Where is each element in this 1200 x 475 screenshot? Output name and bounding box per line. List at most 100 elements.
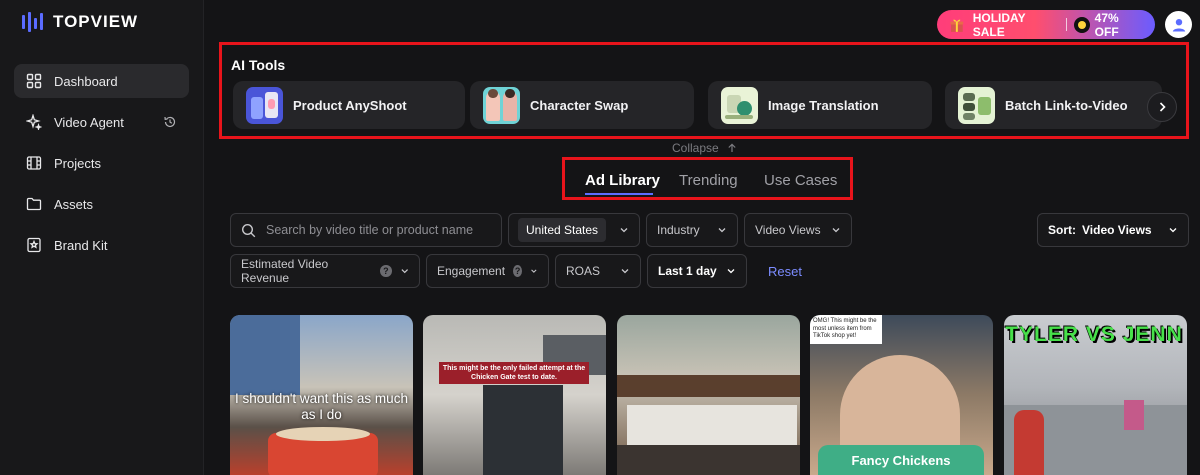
latte-foam bbox=[276, 427, 370, 441]
help-icon[interactable]: ? bbox=[380, 265, 392, 277]
video-background bbox=[617, 445, 800, 475]
batch-link-to-video-thumbnail bbox=[958, 86, 995, 124]
video-views-select[interactable]: Video Views bbox=[744, 213, 852, 247]
chevron-down-icon bbox=[531, 269, 537, 273]
chevron-down-icon bbox=[1169, 228, 1177, 233]
chevron-down-icon bbox=[718, 228, 726, 233]
chevron-down-icon bbox=[832, 228, 840, 233]
logo-mark-icon bbox=[22, 12, 43, 32]
industry-label: Industry bbox=[657, 223, 700, 237]
country-value: United States bbox=[518, 218, 607, 242]
film-icon bbox=[26, 155, 42, 171]
sidebar-item-label: Dashboard bbox=[54, 73, 118, 89]
chevron-down-icon bbox=[727, 269, 735, 274]
brand-logo[interactable]: TOPVIEW bbox=[22, 12, 138, 32]
video-card[interactable]: OMG! This might be the most unless item … bbox=[810, 315, 993, 475]
search-input[interactable]: Search by video title or product name bbox=[230, 213, 502, 247]
character-swap-thumbnail bbox=[483, 86, 520, 124]
ai-tools-panel: AI Tools Product AnyShoot Character Swap… bbox=[219, 42, 1189, 139]
collapse-toggle[interactable]: Collapse bbox=[672, 141, 737, 155]
bookmark-icon bbox=[26, 237, 42, 253]
history-icon[interactable] bbox=[163, 115, 177, 129]
engagement-label: Engagement bbox=[437, 264, 506, 278]
divider bbox=[1065, 18, 1067, 31]
sidebar: TOPVIEW Dashboard Video Agent Projects A… bbox=[0, 0, 204, 475]
video-views-label: Video Views bbox=[755, 223, 821, 237]
video-background bbox=[483, 385, 563, 475]
discount-label: 47% OFF bbox=[1094, 10, 1119, 39]
tool-label: Product AnyShoot bbox=[293, 97, 407, 113]
sidebar-item-video-agent[interactable]: Video Agent bbox=[14, 105, 189, 139]
tool-image-translation[interactable]: Image Translation bbox=[708, 81, 932, 129]
industry-select[interactable]: Industry bbox=[646, 213, 738, 247]
video-card[interactable]: This might be the only failed attempt at… bbox=[423, 315, 606, 475]
image-translation-thumbnail bbox=[721, 86, 758, 124]
roas-select[interactable]: ROAS bbox=[555, 254, 641, 288]
tool-character-swap[interactable]: Character Swap bbox=[470, 81, 694, 129]
tools-next-button[interactable] bbox=[1147, 92, 1177, 122]
revenue-label: Estimated Video Revenue bbox=[241, 257, 329, 285]
tool-product-anyshoot[interactable]: Product AnyShoot bbox=[233, 81, 465, 129]
reset-button[interactable]: Reset bbox=[768, 264, 802, 279]
tab-trending[interactable]: Trending bbox=[679, 172, 738, 189]
tab-use-cases[interactable]: Use Cases bbox=[764, 172, 837, 189]
arrow-up-icon bbox=[728, 143, 736, 152]
sidebar-item-projects[interactable]: Projects bbox=[14, 146, 189, 180]
revenue-select[interactable]: Estimated Video Revenue ? bbox=[230, 254, 420, 288]
search-icon bbox=[241, 223, 256, 237]
chevron-right-icon bbox=[1159, 102, 1166, 112]
sidebar-item-label: Brand Kit bbox=[54, 237, 108, 253]
video-background bbox=[627, 405, 797, 445]
brand-name: TOPVIEW bbox=[53, 12, 139, 31]
video-caption: I shouldn't want this as much as I do bbox=[235, 391, 408, 422]
video-overlay-label: Fancy Chickens bbox=[818, 445, 984, 475]
video-card[interactable]: I shouldn't want this as much as I do bbox=[230, 315, 413, 475]
video-background bbox=[617, 375, 800, 397]
period-value: Last 1 day bbox=[658, 264, 717, 278]
sidebar-item-label: Video Agent bbox=[54, 114, 124, 130]
video-background bbox=[230, 315, 300, 395]
ai-tools-title: AI Tools bbox=[231, 57, 286, 73]
chevron-down-icon bbox=[620, 228, 628, 233]
holiday-sale-banner[interactable]: HOLIDAY SALE 47% OFF bbox=[937, 10, 1155, 39]
sidebar-item-dashboard[interactable]: Dashboard bbox=[14, 64, 189, 98]
video-caption: This might be the only failed attempt at… bbox=[439, 362, 589, 384]
video-background bbox=[1124, 400, 1144, 430]
chevron-down-icon bbox=[400, 269, 408, 274]
video-background bbox=[1014, 410, 1044, 475]
sidebar-item-label: Assets bbox=[54, 196, 94, 212]
tool-label: Batch Link-to-Video bbox=[1005, 97, 1128, 113]
period-select[interactable]: Last 1 day bbox=[647, 254, 747, 288]
sort-label: Sort: bbox=[1048, 223, 1076, 237]
avatar[interactable] bbox=[1165, 11, 1192, 38]
sort-value: Video Views bbox=[1082, 223, 1152, 237]
sidebar-item-brand-kit[interactable]: Brand Kit bbox=[14, 228, 189, 262]
collapse-label: Collapse bbox=[672, 141, 719, 155]
tab-ad-library[interactable]: Ad Library bbox=[585, 172, 660, 189]
sidebar-item-assets[interactable]: Assets bbox=[14, 187, 189, 221]
engagement-select[interactable]: Engagement ? bbox=[426, 254, 549, 288]
holiday-sale-label: HOLIDAY SALE bbox=[972, 10, 1026, 39]
active-tab-indicator bbox=[585, 193, 653, 195]
user-icon bbox=[1172, 18, 1185, 31]
gift-icon bbox=[950, 19, 964, 32]
dashboard-grid-icon bbox=[26, 73, 42, 89]
coin-icon bbox=[1073, 16, 1090, 33]
sort-select[interactable]: Sort: Video Views bbox=[1037, 213, 1189, 247]
country-select[interactable]: United States bbox=[508, 213, 640, 247]
sidebar-nav: Dashboard Video Agent Projects Assets Br… bbox=[14, 64, 189, 269]
video-card[interactable] bbox=[617, 315, 800, 475]
folder-icon bbox=[26, 196, 42, 212]
video-card[interactable]: TYLER VS JENN bbox=[1004, 315, 1187, 475]
chevron-down-icon bbox=[621, 269, 629, 274]
tool-batch-link-to-video[interactable]: Batch Link-to-Video bbox=[945, 81, 1162, 129]
library-tabs: Ad Library Trending Use Cases bbox=[562, 157, 853, 200]
video-caption: OMG! This might be the most unless item … bbox=[810, 315, 882, 344]
search-placeholder: Search by video title or product name bbox=[266, 223, 474, 237]
sidebar-item-label: Projects bbox=[54, 155, 101, 171]
sparkle-icon bbox=[26, 114, 42, 130]
help-icon[interactable]: ? bbox=[513, 265, 523, 277]
roas-label: ROAS bbox=[566, 264, 601, 278]
tool-label: Character Swap bbox=[530, 97, 629, 113]
video-caption: TYLER VS JENN bbox=[1005, 323, 1183, 346]
